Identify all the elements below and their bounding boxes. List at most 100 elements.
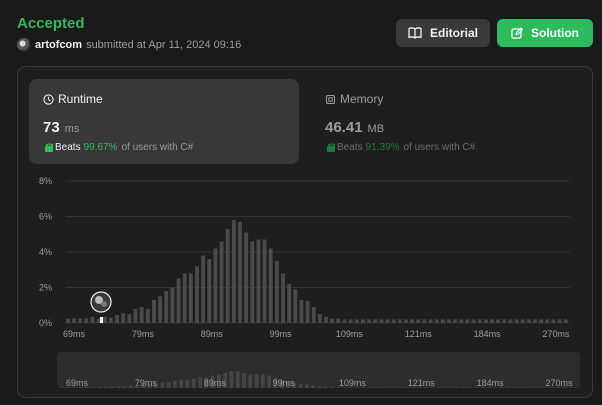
histogram-bar[interactable]: [127, 314, 132, 323]
histogram-bar[interactable]: [281, 273, 285, 323]
overview-bar: [317, 386, 322, 388]
histogram-bar[interactable]: [299, 299, 304, 323]
overview-bar: [512, 387, 516, 388]
histogram-bar[interactable]: [373, 319, 378, 323]
overview-bar: [185, 379, 190, 388]
histogram-bar[interactable]: [213, 248, 218, 323]
histogram-bar[interactable]: [268, 248, 273, 323]
y-tick-label: 0%: [39, 318, 52, 328]
histogram-bar[interactable]: [404, 319, 408, 323]
overview-bar: [191, 378, 196, 388]
histogram-bar[interactable]: [102, 316, 107, 323]
histogram-bar[interactable]: [526, 319, 531, 323]
histogram-bar[interactable]: [219, 241, 224, 323]
histogram-bar[interactable]: [201, 255, 206, 323]
x-tick-label: 121ms: [405, 329, 433, 339]
histogram-bar[interactable]: [231, 220, 236, 323]
histogram-bar[interactable]: [379, 319, 384, 323]
histogram-bar[interactable]: [84, 318, 89, 323]
histogram-bar[interactable]: [490, 319, 494, 323]
histogram-bar[interactable]: [274, 260, 279, 323]
histogram-bar[interactable]: [158, 296, 163, 323]
histogram-bar[interactable]: [96, 318, 101, 323]
histogram-bar[interactable]: [330, 318, 335, 323]
histogram-bar[interactable]: [139, 307, 144, 323]
histogram-bar[interactable]: [238, 221, 242, 323]
histogram-bar[interactable]: [354, 319, 359, 323]
histogram-bar[interactable]: [182, 273, 187, 323]
histogram-bar[interactable]: [422, 319, 427, 323]
histogram-bar[interactable]: [514, 319, 519, 323]
histogram-bar[interactable]: [164, 291, 169, 323]
histogram-bar[interactable]: [545, 319, 550, 323]
histogram-bar[interactable]: [416, 319, 421, 323]
histogram-bar[interactable]: [145, 308, 150, 323]
overview-bar: [374, 387, 378, 388]
histogram-bar[interactable]: [557, 319, 562, 323]
histogram-bar[interactable]: [496, 319, 501, 323]
histogram-bar[interactable]: [244, 232, 249, 323]
histogram-bar[interactable]: [533, 319, 537, 323]
histogram-bar[interactable]: [459, 319, 464, 323]
histogram-bar[interactable]: [152, 299, 156, 323]
histogram-bar[interactable]: [287, 283, 292, 323]
histogram-bar[interactable]: [563, 319, 568, 323]
histogram-bar[interactable]: [348, 319, 353, 323]
histogram-bar[interactable]: [176, 278, 181, 323]
histogram-bar[interactable]: [477, 319, 482, 323]
histogram-bar[interactable]: [66, 318, 70, 323]
histogram-bar[interactable]: [453, 319, 458, 323]
histogram-bar[interactable]: [133, 308, 138, 323]
histogram-bar[interactable]: [293, 289, 298, 323]
overview-bar: [267, 375, 272, 388]
histogram-bar[interactable]: [305, 300, 310, 323]
runtime-distribution-chart[interactable]: 8% 6% 4% 2% 0% 69ms 79ms 89ms 99ms 109ms 121ms 184m…: [0, 0, 602, 405]
histogram-bar[interactable]: [188, 273, 193, 323]
histogram-bar[interactable]: [90, 316, 95, 323]
histogram-bar[interactable]: [397, 319, 402, 323]
histogram-bar[interactable]: [385, 319, 390, 323]
histogram-bar[interactable]: [551, 319, 556, 323]
overview-tick-label: 109ms: [339, 378, 367, 388]
histogram-bar[interactable]: [520, 319, 525, 323]
histogram-bar[interactable]: [434, 319, 439, 323]
overview-bar: [97, 386, 102, 388]
histogram-bar[interactable]: [72, 318, 76, 323]
histogram-bar[interactable]: [256, 239, 261, 323]
histogram-bar[interactable]: [170, 287, 175, 324]
histogram-bar[interactable]: [121, 313, 126, 323]
histogram-bar[interactable]: [391, 319, 396, 323]
histogram-bar[interactable]: [324, 316, 328, 323]
histogram-bar[interactable]: [342, 319, 347, 323]
overview-bar: [91, 387, 96, 388]
histogram-bar[interactable]: [207, 259, 212, 323]
histogram-bar[interactable]: [508, 319, 513, 323]
histogram-bar[interactable]: [465, 319, 470, 323]
histogram-bar[interactable]: [447, 319, 451, 323]
histogram-bar[interactable]: [361, 319, 365, 323]
histogram-bar[interactable]: [539, 319, 544, 323]
overview-tick-label: 99ms: [273, 378, 296, 388]
histogram-bar[interactable]: [471, 319, 476, 323]
histogram-bar[interactable]: [115, 315, 119, 323]
overview-bar: [524, 387, 529, 388]
overview-bar: [380, 387, 385, 388]
histogram-bar[interactable]: [262, 239, 267, 323]
histogram-bar[interactable]: [318, 314, 322, 323]
histogram-bar[interactable]: [428, 319, 433, 323]
histogram-bar[interactable]: [336, 318, 341, 323]
histogram-bar[interactable]: [483, 319, 488, 323]
histogram-bar[interactable]: [311, 307, 316, 323]
histogram-bar[interactable]: [109, 317, 113, 323]
histogram-bar[interactable]: [250, 241, 255, 323]
histogram-bar[interactable]: [440, 319, 445, 323]
y-tick-label: 8%: [39, 176, 52, 186]
overview-bar: [122, 386, 127, 388]
histogram-bar[interactable]: [78, 318, 83, 323]
overview-bar: [436, 387, 441, 388]
histogram-bar[interactable]: [502, 319, 507, 323]
histogram-bar[interactable]: [195, 266, 199, 323]
histogram-bar[interactable]: [225, 228, 230, 323]
histogram-bar[interactable]: [367, 319, 371, 323]
histogram-bar[interactable]: [410, 319, 415, 323]
